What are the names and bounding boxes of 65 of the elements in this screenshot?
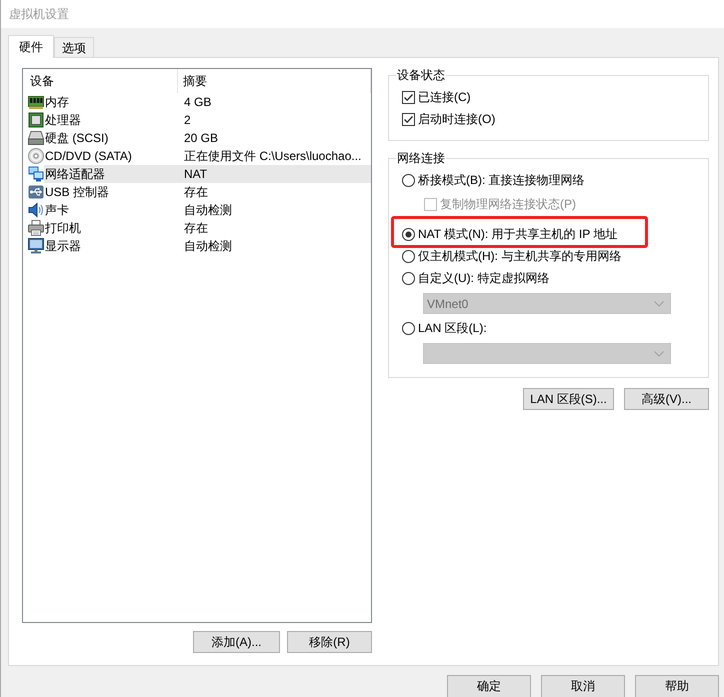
- device-row[interactable]: USB 控制器 存在: [23, 183, 371, 201]
- device-name: CD/DVD (SATA): [45, 149, 133, 163]
- remove-button[interactable]: 移除(R): [287, 631, 372, 653]
- device-name: 处理器: [45, 112, 82, 128]
- column-header[interactable]: 设备: [23, 69, 178, 93]
- checkbox-label[interactable]: 启动时连接(O): [418, 110, 496, 128]
- device-summary: 4 GB: [184, 95, 212, 109]
- device-name: 声卡: [45, 202, 70, 218]
- cancel-button[interactable]: 取消: [541, 675, 625, 697]
- hard-disk-icon: [28, 130, 44, 146]
- device-row[interactable]: 硬盘 (SCSI) 20 GB: [23, 129, 371, 147]
- radio-button[interactable]: [402, 228, 415, 240]
- device-row[interactable]: CD/DVD (SATA) 正在使用文件 C:\Users\luochao...: [23, 147, 371, 165]
- device-summary: NAT: [184, 167, 208, 181]
- device-name: 硬盘 (SCSI): [45, 130, 110, 146]
- tab[interactable]: 硬件: [8, 35, 54, 58]
- checkbox[interactable]: [402, 90, 415, 104]
- chevron-down-icon: [654, 300, 664, 306]
- column-header[interactable]: 摘要: [178, 69, 371, 93]
- disc-icon: [28, 148, 44, 164]
- monitor-icon: [28, 238, 44, 254]
- device-summary: 自动检测: [184, 238, 232, 254]
- checkbox[interactable]: [402, 112, 415, 126]
- device-row[interactable]: 内存 4 GB: [23, 93, 371, 111]
- radio-label[interactable]: 桥接模式(B): 直接连接物理网络: [418, 172, 585, 188]
- radio-button[interactable]: [402, 322, 415, 334]
- advanced-button[interactable]: 高级(V)...: [624, 388, 709, 410]
- network-computers-icon: [28, 166, 44, 182]
- radio-label[interactable]: NAT 模式(N): 用于共享主机的 IP 地址: [418, 226, 618, 242]
- radio-button[interactable]: [402, 272, 415, 284]
- radio-label[interactable]: 自定义(U): 特定虚拟网络: [418, 270, 550, 286]
- radio-label[interactable]: 仅主机模式(H): 与主机共享的专用网络: [418, 248, 622, 264]
- chip-icon: [28, 112, 44, 128]
- tab[interactable]: 选项: [54, 37, 94, 57]
- device-name: USB 控制器: [45, 184, 110, 200]
- help-button[interactable]: 帮助: [635, 675, 719, 697]
- group-title: 设备状态: [396, 67, 446, 83]
- device-summary: 自动检测: [184, 202, 232, 218]
- add-button[interactable]: 添加(A)...: [193, 631, 280, 653]
- device-name: 显示器: [45, 238, 82, 254]
- device-summary: 2: [184, 113, 191, 127]
- device-row[interactable]: 处理器 2: [23, 111, 371, 129]
- speaker-icon: [28, 202, 44, 218]
- device-name: 打印机: [45, 220, 82, 236]
- chevron-down-icon: [654, 350, 664, 356]
- device-row[interactable]: 声卡 自动检测: [23, 201, 371, 219]
- radio-label[interactable]: LAN 区段(L):: [418, 320, 487, 336]
- device-summary: 存在: [184, 184, 208, 200]
- radio-button[interactable]: [402, 250, 415, 262]
- ok-button[interactable]: 确定: [447, 675, 531, 697]
- printer-icon: [28, 220, 44, 236]
- radio-button[interactable]: [402, 174, 415, 186]
- device-name: 内存: [45, 94, 70, 110]
- group-title: 网络连接: [396, 150, 446, 166]
- device-row[interactable]: 打印机 存在: [23, 219, 371, 237]
- device-row[interactable]: 显示器 自动检测: [23, 237, 371, 255]
- device-summary: 存在: [184, 220, 208, 236]
- lan-segment-button[interactable]: LAN 区段(S)...: [523, 388, 614, 410]
- checkbox-label[interactable]: 已连接(C): [418, 88, 471, 106]
- memory-module-icon: [28, 94, 44, 110]
- usb-icon: [28, 184, 44, 200]
- device-summary: 20 GB: [184, 131, 218, 145]
- window-title: 虚拟机设置: [9, 6, 69, 22]
- device-name: 网络适配器: [45, 166, 106, 182]
- device-summary: 正在使用文件 C:\Users\luochao...: [184, 148, 362, 164]
